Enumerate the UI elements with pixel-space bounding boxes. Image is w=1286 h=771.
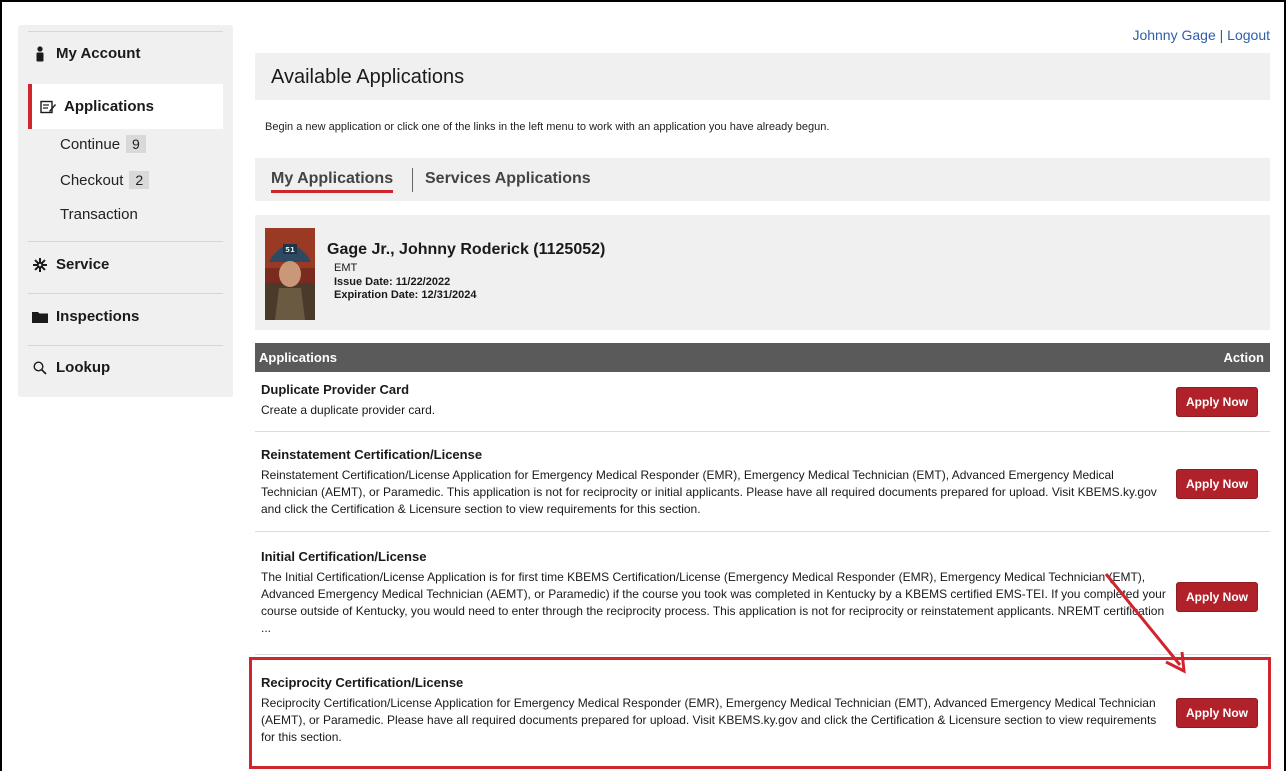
user-bar: Johnny Gage | Logout: [1132, 27, 1270, 43]
tab-bar: My Applications Services Applications: [255, 158, 1270, 201]
sidebar-subitem-transaction[interactable]: Transaction: [60, 206, 138, 223]
profile-card: 51 Gage Jr., Johnny Roderick (1125052) E…: [255, 215, 1270, 330]
applications-table: Applications Action Duplicate Provider C…: [255, 343, 1270, 744]
application-description: Reinstatement Certification/License Appl…: [261, 468, 1157, 516]
subitem-label: Checkout: [60, 171, 124, 189]
edit-form-icon: [40, 100, 56, 114]
intro-text: Begin a new application or click one of …: [265, 121, 830, 133]
tab-separator: [412, 168, 413, 192]
sidebar-item-lookup[interactable]: Lookup: [32, 359, 110, 376]
search-icon: [32, 360, 48, 375]
sidebar-item-inspections[interactable]: Inspections: [32, 308, 139, 325]
sidebar-item-my-account[interactable]: My Account: [32, 45, 140, 62]
expiration-date-line: Expiration Date: 12/31/2024: [334, 289, 476, 301]
column-header-action: Action: [1223, 350, 1264, 365]
user-separator: |: [1219, 27, 1224, 43]
helmet-number: 51: [285, 246, 295, 254]
sidebar-item-label: My Account: [56, 45, 141, 62]
user-name-link[interactable]: Johnny Gage: [1132, 27, 1215, 43]
folder-icon: [32, 311, 48, 323]
page-title-bar: Available Applications: [255, 53, 1270, 100]
application-description: Create a duplicate provider card.: [261, 403, 436, 417]
sidebar-subitem-checkout[interactable]: Checkout 2: [60, 171, 150, 189]
logout-link[interactable]: Logout: [1227, 27, 1270, 43]
issue-date-line: Issue Date: 11/22/2022: [334, 276, 450, 288]
subitem-label: Continue: [60, 135, 121, 153]
apply-now-button[interactable]: Apply Now: [1176, 387, 1258, 417]
tab-my-applications[interactable]: My Applications: [271, 170, 394, 193]
table-row: Reinstatement Certification/License Rein…: [255, 432, 1270, 532]
profile-photo: 51: [265, 228, 315, 320]
issue-date-label: Issue Date:: [334, 276, 393, 288]
sidebar-item-applications[interactable]: Applications: [28, 84, 223, 129]
sidebar-item-service[interactable]: Service: [32, 256, 109, 273]
application-title: Initial Certification/License: [261, 549, 427, 564]
annotation-arrow-icon: [1104, 573, 1186, 674]
page-title: Available Applications: [271, 66, 465, 88]
sidebar-item-label: Lookup: [56, 359, 111, 376]
sidebar-divider: [28, 345, 223, 346]
sidebar-divider: [28, 293, 223, 294]
provider-name: Gage Jr., Johnny Roderick (1125052): [327, 241, 606, 258]
sidebar-divider: [28, 241, 223, 242]
column-header-applications: Applications: [259, 350, 338, 365]
expiration-date-label: Expiration Date:: [334, 289, 419, 301]
subitem-label: Transaction: [60, 206, 138, 223]
person-icon: [32, 45, 48, 62]
sidebar-item-label: Inspections: [56, 308, 140, 325]
provider-role: EMT: [334, 262, 358, 274]
count-badge: 9: [126, 135, 146, 153]
sidebar-item-label: Applications: [64, 98, 155, 115]
count-badge: 2: [129, 171, 150, 189]
table-header: Applications Action: [255, 343, 1270, 372]
tab-services-applications[interactable]: Services Applications: [425, 170, 591, 188]
sidebar-divider: [28, 31, 223, 32]
application-title: Reinstatement Certification/License: [261, 447, 483, 462]
table-row: Duplicate Provider Card Create a duplica…: [255, 372, 1270, 432]
application-title: Duplicate Provider Card: [261, 382, 410, 397]
sidebar-subitem-continue[interactable]: Continue 9: [60, 135, 146, 153]
sidebar-item-label: Service: [56, 256, 110, 273]
apply-now-button[interactable]: Apply Now: [1176, 469, 1258, 499]
gear-icon: [32, 257, 48, 272]
expiration-date-value: 12/31/2024: [421, 289, 477, 301]
application-description: The Initial Certification/License Applic…: [261, 570, 1166, 635]
issue-date-value: 11/22/2022: [395, 276, 451, 288]
